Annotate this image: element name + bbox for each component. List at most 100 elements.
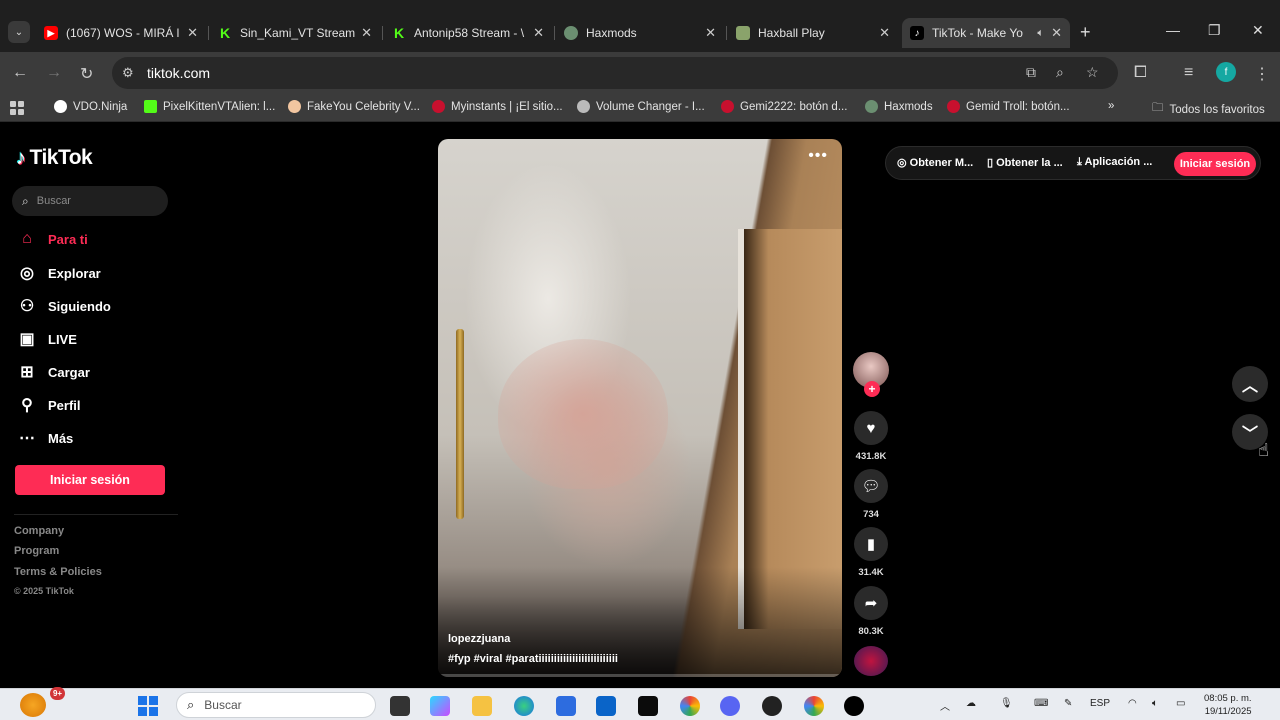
desktop-app-link[interactable]: ⤓ Aplicación ... [1077, 156, 1152, 169]
bookmark-item[interactable]: VDO.Ninja [54, 100, 127, 113]
minimize-icon[interactable]: — [1166, 22, 1180, 38]
widgets-icon[interactable]: 9+ [20, 687, 65, 717]
footer-link-program[interactable]: Program [14, 545, 59, 557]
obs-icon[interactable] [762, 696, 782, 716]
menu-kebab-icon[interactable]: ⋮ [1254, 64, 1270, 84]
bookmark-item[interactable]: Myinstants | ¡El sitio... [432, 100, 563, 113]
browser-tab-active[interactable]: ♪ TikTok - Make Yo 🔈︎ ✕ [902, 18, 1070, 48]
close-tab-icon[interactable]: ✕ [705, 25, 716, 41]
nav-item-cargar[interactable]: ⊞ Cargar [16, 362, 90, 382]
battery-icon[interactable]: ▭ [1176, 698, 1185, 709]
video-player[interactable]: ••• lopezzjuana #fyp #viral #paratiiiiii… [438, 139, 842, 677]
restore-icon[interactable]: ❐ [1208, 22, 1221, 39]
video-progress-bar[interactable] [438, 674, 842, 677]
bookmark-star-icon[interactable]: ☆ [1086, 64, 1099, 81]
previous-video-button[interactable]: ︿ [1232, 366, 1268, 402]
bookmark-item[interactable]: Gemid Troll: botón... [947, 100, 1070, 113]
browser-tab[interactable]: Haxmods ✕ [556, 18, 724, 48]
tab-search-button[interactable]: ⌄ [8, 21, 30, 43]
bookmark-item[interactable]: PixelKittenVTAlien: l... [144, 100, 275, 113]
nav-item-para-ti[interactable]: ⌂ Para ti [16, 230, 88, 248]
profile-avatar[interactable]: f [1216, 62, 1236, 82]
more-bookmarks-icon[interactable]: » [1108, 100, 1114, 112]
bookmark-item[interactable]: FakeYou Celebrity V... [288, 100, 420, 113]
chrome-icon[interactable] [680, 696, 700, 716]
comment-icon[interactable]: 💬︎ [854, 469, 888, 503]
start-button[interactable] [138, 696, 158, 716]
login-button[interactable]: Iniciar sesión [15, 465, 165, 495]
like-action[interactable]: ♥ 431.8K [852, 411, 890, 462]
browser-tab[interactable]: Haxball Play ✕ [728, 18, 898, 48]
site-settings-icon[interactable]: ⚙ [122, 65, 134, 81]
file-explorer-icon[interactable] [472, 696, 492, 716]
save-action[interactable]: ▮ 31.4K [852, 527, 890, 578]
music-disc-icon[interactable] [854, 646, 888, 676]
video-more-icon[interactable]: ••• [808, 147, 828, 165]
taskbar-search[interactable]: ⌕ Buscar [176, 692, 376, 718]
nav-item-live[interactable]: ▣ LIVE [16, 329, 76, 349]
reload-icon[interactable]: ↻ [80, 64, 93, 84]
nav-item-siguiendo[interactable]: ⚇ Siguiendo [16, 296, 111, 316]
close-tab-icon[interactable]: ✕ [879, 25, 890, 41]
media-control-icon[interactable]: ≡ [1184, 64, 1193, 82]
back-icon[interactable]: ← [12, 64, 28, 82]
apps-grid-icon[interactable] [10, 101, 24, 115]
install-app-icon[interactable]: ⧉ [1026, 64, 1036, 81]
heart-icon[interactable]: ♥ [854, 411, 888, 445]
top-login-button[interactable]: Iniciar sesión [1174, 152, 1256, 176]
share-action[interactable]: ➦ 80.3K [852, 586, 890, 637]
share-icon[interactable]: ➦ [854, 586, 888, 620]
address-bar[interactable]: ⚙ tiktok.com ⧉ ⌕ ☆ [112, 57, 1118, 89]
language-indicator[interactable]: ESP [1090, 698, 1110, 709]
zoom-icon[interactable]: ⌕ [1056, 64, 1064, 81]
terminal-icon[interactable] [638, 696, 658, 716]
video-caption[interactable]: #fyp #viral #paratiiiiiiiiiiiiiiiiiiiiii… [448, 653, 618, 665]
footer-link-company[interactable]: Company [14, 525, 64, 537]
volume-icon[interactable]: 🔈︎ [1152, 698, 1158, 709]
extensions-icon[interactable]: ⧠ [1134, 64, 1147, 82]
microphone-icon[interactable]: 🎙︎ [1000, 698, 1013, 709]
wifi-icon[interactable]: ◠ [1128, 698, 1137, 709]
discord-icon[interactable] [720, 696, 740, 716]
close-tab-icon[interactable]: ✕ [361, 25, 372, 41]
nav-item-perfil[interactable]: ⚲ Perfil [16, 395, 80, 415]
video-username[interactable]: lopezzjuana [448, 633, 510, 645]
new-tab-icon[interactable]: + [1080, 22, 1091, 43]
keyboard-icon[interactable]: ⌨︎ [1034, 698, 1048, 709]
bookmark-item[interactable]: Gemi2222: botón d... [721, 100, 847, 113]
all-favorites-folder[interactable]: 🗀︎ Todos los favoritos [1152, 100, 1265, 119]
get-coins-link[interactable]: ◎ Obtener M... [897, 156, 973, 169]
nav-item-mas[interactable]: ⋯ Más [16, 428, 73, 448]
close-tab-icon[interactable]: ✕ [187, 25, 198, 41]
window-close-icon[interactable]: ✕ [1252, 22, 1264, 39]
chrome-profile-icon[interactable] [804, 696, 824, 716]
store-icon[interactable] [556, 696, 576, 716]
close-tab-icon[interactable]: ✕ [1051, 25, 1062, 41]
pen-icon[interactable]: ✎ [1064, 698, 1072, 709]
bookmark-item[interactable]: Haxmods [865, 100, 933, 113]
browser-tab[interactable]: ▶ (1067) WOS - MIRÁ l ✕ [36, 18, 206, 48]
task-view-icon[interactable] [390, 696, 410, 716]
browser-tab[interactable]: K Sin_Kami_VT Stream ✕ [210, 18, 380, 48]
outlook-icon[interactable] [596, 696, 616, 716]
system-clock[interactable]: 08:05 p. m. 19/11/2025 [1204, 692, 1252, 718]
edge-icon[interactable] [514, 696, 534, 716]
nav-item-explorar[interactable]: ◎ Explorar [16, 263, 101, 283]
copilot-icon[interactable] [430, 696, 450, 716]
follow-plus-icon[interactable]: + [864, 381, 880, 397]
tray-overflow-icon[interactable]: ︿ [940, 698, 950, 713]
forward-icon[interactable]: → [46, 64, 62, 82]
onedrive-icon[interactable]: ☁︎ [966, 698, 976, 709]
get-app-link[interactable]: ▯ Obtener la ... [987, 156, 1063, 169]
search-input[interactable]: ⌕ Buscar [12, 186, 168, 216]
bookmark-icon[interactable]: ▮ [854, 527, 888, 561]
tiktok-logo[interactable]: ♪ TikTok [16, 146, 93, 170]
tiktok-taskbar-icon[interactable] [844, 696, 864, 716]
speaker-icon[interactable]: 🔈︎ [1037, 27, 1044, 40]
comment-action[interactable]: 💬︎ 734 [852, 469, 890, 520]
browser-tab[interactable]: K Antonip58 Stream - \ ✕ [384, 18, 552, 48]
tab-separator [554, 26, 555, 40]
close-tab-icon[interactable]: ✕ [533, 25, 544, 41]
bookmark-item[interactable]: Volume Changer - I... [577, 100, 705, 113]
footer-link-terms[interactable]: Terms & Policies [14, 566, 102, 578]
